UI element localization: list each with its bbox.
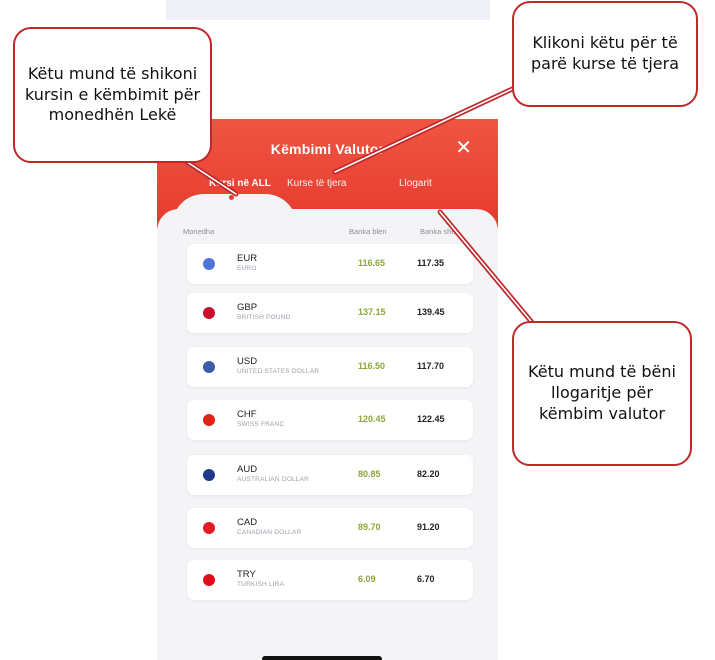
sell-rate: 91.20 [417,522,440,532]
us-flag-icon [203,361,215,373]
tab-other-rates[interactable]: Kurse të tjera [287,178,346,189]
tab-calculate[interactable]: Llogarit [399,178,432,189]
currency-row-eur[interactable]: EUR EURO 116.65 117.35 [187,244,473,284]
exchange-screen: Këmbimi Valutor ✕ Kursi në ALL Kurse të … [157,119,498,660]
callout-other-rates: Klikoni këtu për të parë kurse të tjera [512,1,698,107]
previous-screen-edge [166,0,490,20]
tab-rates-all[interactable]: Kursi në ALL [209,178,271,189]
currency-code: AUD [237,464,258,475]
canada-flag-icon [203,522,215,534]
swiss-flag-icon [203,414,215,426]
close-icon[interactable]: ✕ [455,135,472,160]
currency-name: BRITISH POUND [237,314,291,321]
buy-rate: 137.15 [358,307,386,317]
currency-name: AUSTRALIAN DOLLAR [237,476,310,483]
home-indicator [262,656,382,660]
sell-rate: 122.45 [417,414,445,424]
currency-name: SWISS FRANC [237,421,285,428]
currency-code: TRY [237,569,256,580]
buy-rate: 89.70 [358,522,381,532]
eu-flag-icon [203,258,215,270]
uk-flag-icon [203,307,215,319]
currency-name: CANADIAN DOLLAR [237,529,302,536]
buy-rate: 116.65 [358,258,386,268]
active-tab-dot [229,195,234,200]
currency-name: EURO [237,265,257,272]
sell-rate: 117.35 [417,258,445,268]
buy-rate: 80.85 [358,469,381,479]
currency-code: USD [237,356,258,367]
sell-rate: 139.45 [417,307,445,317]
currency-row-chf[interactable]: CHF SWISS FRANC 120.45 122.45 [187,400,473,440]
currency-row-cad[interactable]: CAD CANADIAN DOLLAR 89.70 91.20 [187,508,473,548]
turkey-flag-icon [203,574,215,586]
currency-code: GBP [237,302,258,313]
currency-name: TURKISH LIRA [237,581,285,588]
currency-code: CHF [237,409,257,420]
buy-rate: 120.45 [358,414,386,424]
currency-row-try[interactable]: TRY TURKISH LIRA 6.09 6.70 [187,560,473,600]
australia-flag-icon [203,469,215,481]
currency-row-gbp[interactable]: GBP BRITISH POUND 137.15 139.45 [187,293,473,333]
sell-rate: 82.20 [417,469,440,479]
column-bank-sells: Banka shet [420,227,458,236]
buy-rate: 6.09 [358,574,376,584]
callout-calculate: Këtu mund të bëni llogaritje për këmbim … [512,321,692,466]
column-bank-buys: Banka blen [349,227,387,236]
currency-row-aud[interactable]: AUD AUSTRALIAN DOLLAR 80.85 82.20 [187,455,473,495]
currency-code: EUR [237,253,258,264]
currency-name: UNITED STATES DOLLAR [237,368,320,375]
currency-row-usd[interactable]: USD UNITED STATES DOLLAR 116.50 117.70 [187,347,473,387]
currency-code: CAD [237,517,258,528]
column-currency: Monedha [183,227,215,236]
tutorial-canvas: Këmbimi Valutor ✕ Kursi në ALL Kurse të … [0,0,715,660]
sell-rate: 6.70 [417,574,435,584]
sell-rate: 117.70 [417,361,445,371]
callout-rates-lek: Këtu mund të shikoni kursin e këmbimit p… [13,27,212,163]
buy-rate: 116.50 [358,361,386,371]
